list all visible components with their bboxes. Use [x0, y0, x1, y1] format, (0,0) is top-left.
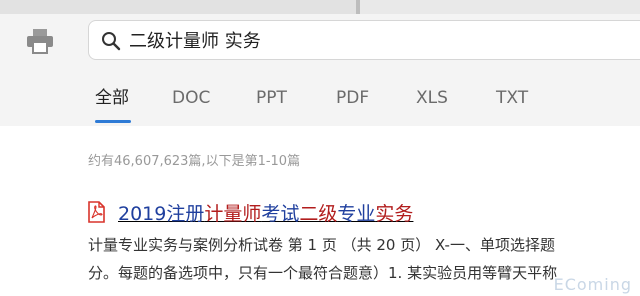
tab-pdf[interactable]: PDF: [336, 84, 369, 112]
search-box[interactable]: [88, 20, 640, 60]
printer-icon[interactable]: [26, 28, 54, 54]
tab-txt[interactable]: TXT: [496, 84, 528, 112]
result-count: 约有46,607,623篇,以下是第1-10篇: [88, 154, 301, 169]
scroll-track: [0, 0, 356, 14]
title-segment: 2019注册: [118, 203, 205, 225]
title-segment: 考试: [261, 203, 300, 225]
title-highlight: 计量师: [204, 203, 262, 225]
result-title-link[interactable]: 2019注册计量师考试二级专业实务: [118, 199, 413, 226]
tab-label: 全部: [95, 88, 129, 108]
tab-all[interactable]: 全部: [95, 84, 131, 123]
active-tab-underline: [95, 120, 131, 123]
result-snippet-line: 计量专业实务与案例分析试卷 第 1 页 （共 20 页） X-一、单项选择题: [88, 236, 555, 254]
file-type-tabs: 全部 DOC PPT PDF XLS TXT: [0, 64, 640, 126]
title-highlight: 二级: [299, 203, 338, 225]
pdf-icon: [88, 201, 105, 223]
title-segment: 专业: [337, 203, 376, 225]
search-input[interactable]: [129, 27, 629, 53]
scrollbar-thumb[interactable]: [356, 0, 360, 14]
title-highlight: 实务: [375, 203, 414, 225]
tab-xls[interactable]: XLS: [416, 84, 448, 112]
tab-doc[interactable]: DOC: [172, 84, 210, 112]
tab-ppt[interactable]: PPT: [256, 84, 287, 112]
search-icon[interactable]: [101, 31, 121, 51]
window-top-strip: [0, 0, 640, 14]
results-panel: 约有46,607,623篇,以下是第1-10篇 2019注册计量师考试二级专业实…: [0, 126, 640, 296]
watermark: EComing: [553, 275, 632, 294]
